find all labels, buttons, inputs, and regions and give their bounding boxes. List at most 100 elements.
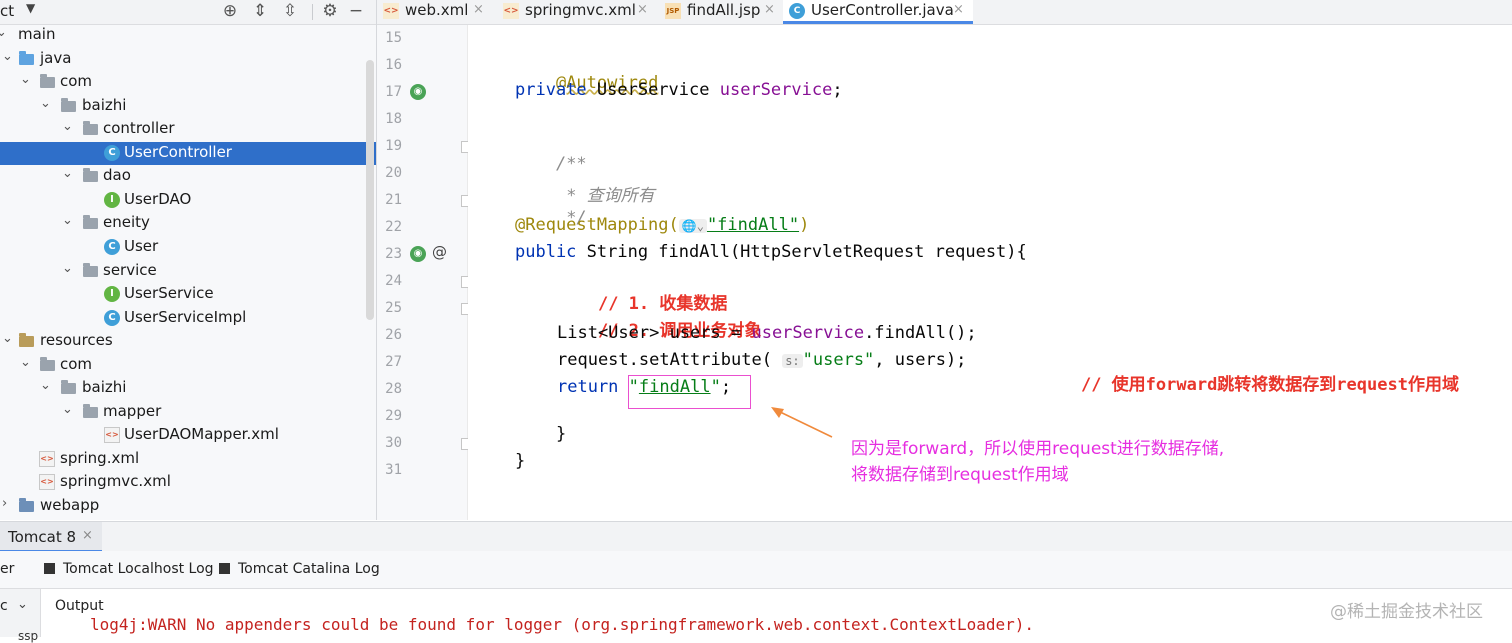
code-line-29[interactable]: }	[515, 404, 566, 444]
package-icon	[83, 263, 98, 277]
code-line-22[interactable]: @RequestMapping(🌐⌄ "findAll")	[515, 215, 809, 241]
tab-tomcat-8[interactable]: Tomcat 8 ×	[0, 522, 102, 552]
tree-item-controller[interactable]: ⌄ controller	[0, 118, 376, 141]
code-line-19[interactable]: /**	[515, 134, 587, 174]
tree-item-baizhi-resources[interactable]: ⌄ baizhi	[0, 377, 376, 400]
chevron-down-icon[interactable]: ⌄	[2, 331, 14, 346]
locate-icon[interactable]: ⊕	[220, 0, 240, 22]
chevron-down-icon[interactable]: ⌄	[20, 355, 32, 370]
tree-item-springmvc-xml[interactable]: <> springmvc.xml	[0, 471, 376, 494]
tree-item-baizhi[interactable]: ⌄ baizhi	[0, 95, 376, 118]
expand-all-icon[interactable]: ⇕	[250, 0, 270, 22]
annotation-note-line-2: 将数据存储到request作用域	[851, 465, 1069, 485]
tree-item-service[interactable]: ⌄ service	[0, 260, 376, 283]
tree-item-com[interactable]: ⌄ com	[0, 71, 376, 94]
tree-item-userserviceimpl[interactable]: C UserServiceImpl	[0, 307, 376, 330]
field-token: userService	[719, 80, 833, 100]
gear-icon[interactable]: ⚙	[320, 0, 340, 22]
tree-scrollbar[interactable]	[366, 60, 374, 320]
chevron-down-icon[interactable]: ⌄	[17, 597, 28, 612]
tree-item-dao[interactable]: ⌄ dao	[0, 165, 376, 188]
chevron-down-icon[interactable]: ⌄	[20, 72, 32, 87]
close-icon[interactable]: ×	[82, 528, 93, 543]
spring-bean-icon[interactable]: ◉	[410, 84, 426, 100]
tree-item-label: com	[60, 355, 93, 373]
chevron-down-icon[interactable]: ⌄	[40, 96, 52, 111]
code-line-20[interactable]: * 查询所有	[515, 161, 654, 206]
deployment-item[interactable]: ssp	[18, 629, 38, 643]
chevron-down-icon[interactable]: ⌄	[40, 378, 52, 393]
java-interface-icon: I	[104, 286, 120, 302]
chevron-down-icon[interactable]: ⌄	[2, 49, 14, 64]
chevron-down-icon[interactable]: ⌄	[62, 166, 74, 181]
tab-web-xml[interactable]: <> web.xml ×	[377, 0, 495, 24]
tree-item-userdao[interactable]: I UserDAO	[0, 189, 376, 212]
tab-label: Tomcat Catalina Log	[238, 561, 380, 577]
chevron-right-icon[interactable]: ›	[2, 496, 14, 511]
tree-item-eneity[interactable]: ⌄ eneity	[0, 212, 376, 235]
url-hint-icon[interactable]: 🌐⌄	[678, 219, 707, 233]
close-icon[interactable]: ×	[764, 2, 775, 17]
tab-tomcat-catalina-log[interactable]: Tomcat Catalina Log	[219, 561, 380, 577]
chevron-down-icon[interactable]: ⌄	[62, 402, 74, 417]
log-tab-bar: er Tomcat Localhost Log Tomcat Catalina …	[0, 551, 1512, 589]
tab-label: Tomcat Localhost Log	[63, 561, 214, 577]
close-icon[interactable]: ×	[953, 2, 964, 17]
tree-item-user-controller[interactable]: C UserController	[0, 142, 376, 165]
code-line-30[interactable]: }	[474, 431, 525, 471]
code-token: String findAll(HttpServletRequest reques…	[576, 242, 1027, 262]
line-number: 27	[385, 354, 402, 370]
tree-item-label: com	[60, 72, 93, 90]
chevron-down-icon[interactable]: ⌄	[62, 213, 74, 228]
code-line-21[interactable]: */	[515, 188, 586, 228]
at-sign-icon[interactable]: @	[432, 243, 447, 261]
code-line-27-comment[interactable]: // 使用forward跳转将数据存到request作用域	[1040, 350, 1459, 395]
tree-item-webapp[interactable]: › webapp	[0, 495, 376, 518]
tree-item-main[interactable]: ⌄ main	[0, 24, 376, 47]
code-line-23[interactable]: public String findAll(HttpServletRequest…	[515, 242, 1027, 268]
code-line-26[interactable]: List<User> users = userService.findAll()…	[557, 323, 977, 349]
code-line-27[interactable]: request.setAttribute( s: "users", users);	[557, 350, 966, 376]
tree-item-userdaomapper-xml[interactable]: <> UserDAOMapper.xml	[0, 424, 376, 447]
line-number: 21	[385, 192, 402, 208]
close-icon[interactable]: ×	[473, 2, 484, 17]
package-icon	[40, 74, 55, 88]
log-line[interactable]: log4j:WARN No appenders could be found f…	[90, 615, 1034, 634]
line-number: 31	[385, 462, 402, 478]
code-line-16[interactable]: @Autowired	[515, 53, 658, 93]
tree-item-spring-xml[interactable]: <> spring.xml	[0, 448, 376, 471]
annotation-token: @RequestMapping(	[515, 215, 679, 235]
minimize-icon[interactable]: −	[346, 0, 366, 22]
chevron-down-icon[interactable]: ▼	[26, 1, 35, 15]
editor-tab-bar: <> web.xml × <> springmvc.xml × JSP find…	[377, 0, 1512, 25]
tree-item-user[interactable]: C User	[0, 236, 376, 259]
tree-item-com-resources[interactable]: ⌄ com	[0, 354, 376, 377]
tree-item-resources[interactable]: ⌄ resources	[0, 330, 376, 353]
tree-item-mapper[interactable]: ⌄ mapper	[0, 401, 376, 424]
close-icon[interactable]: ×	[637, 2, 648, 17]
tree-item-label: User	[124, 237, 159, 255]
chevron-down-icon[interactable]: ⌄	[62, 119, 74, 134]
tree-item-userservice[interactable]: I UserService	[0, 283, 376, 306]
tab-usercontroller-java[interactable]: C UserController.java ×	[783, 0, 973, 24]
chevron-down-icon[interactable]: ⌄	[62, 261, 74, 276]
code-token: request.setAttribute(	[557, 350, 772, 370]
chevron-down-icon[interactable]: ⌄	[0, 25, 8, 40]
tab-findall-jsp[interactable]: JSP findAll.jsp ×	[659, 0, 781, 24]
spring-mapping-icon[interactable]: ◉	[410, 246, 426, 262]
tab-tomcat-localhost-log[interactable]: Tomcat Localhost Log	[44, 561, 214, 577]
collapse-all-icon[interactable]: ⇳	[280, 0, 300, 22]
field-token: userService	[751, 323, 865, 343]
code-line-17[interactable]: private UserService userService;	[515, 80, 843, 106]
code-line-24[interactable]: // 1. 收集数据	[557, 269, 727, 314]
package-icon	[40, 357, 55, 371]
keyword-token: private	[515, 80, 587, 100]
code-line-25[interactable]: // 2. 调用业务对象	[557, 296, 761, 341]
line-number: 17	[385, 84, 402, 100]
package-icon	[83, 404, 98, 418]
tree-item-label: webapp	[40, 496, 100, 514]
tab-server[interactable]: er	[0, 561, 14, 577]
project-panel: ct ▼ ⊕ ⇕ ⇳ ⚙ − ⌄ main ⌄ java ⌄ com ⌄ bai…	[0, 0, 377, 520]
tree-item-java[interactable]: ⌄ java	[0, 48, 376, 71]
tab-springmvc-xml[interactable]: <> springmvc.xml ×	[497, 0, 657, 24]
